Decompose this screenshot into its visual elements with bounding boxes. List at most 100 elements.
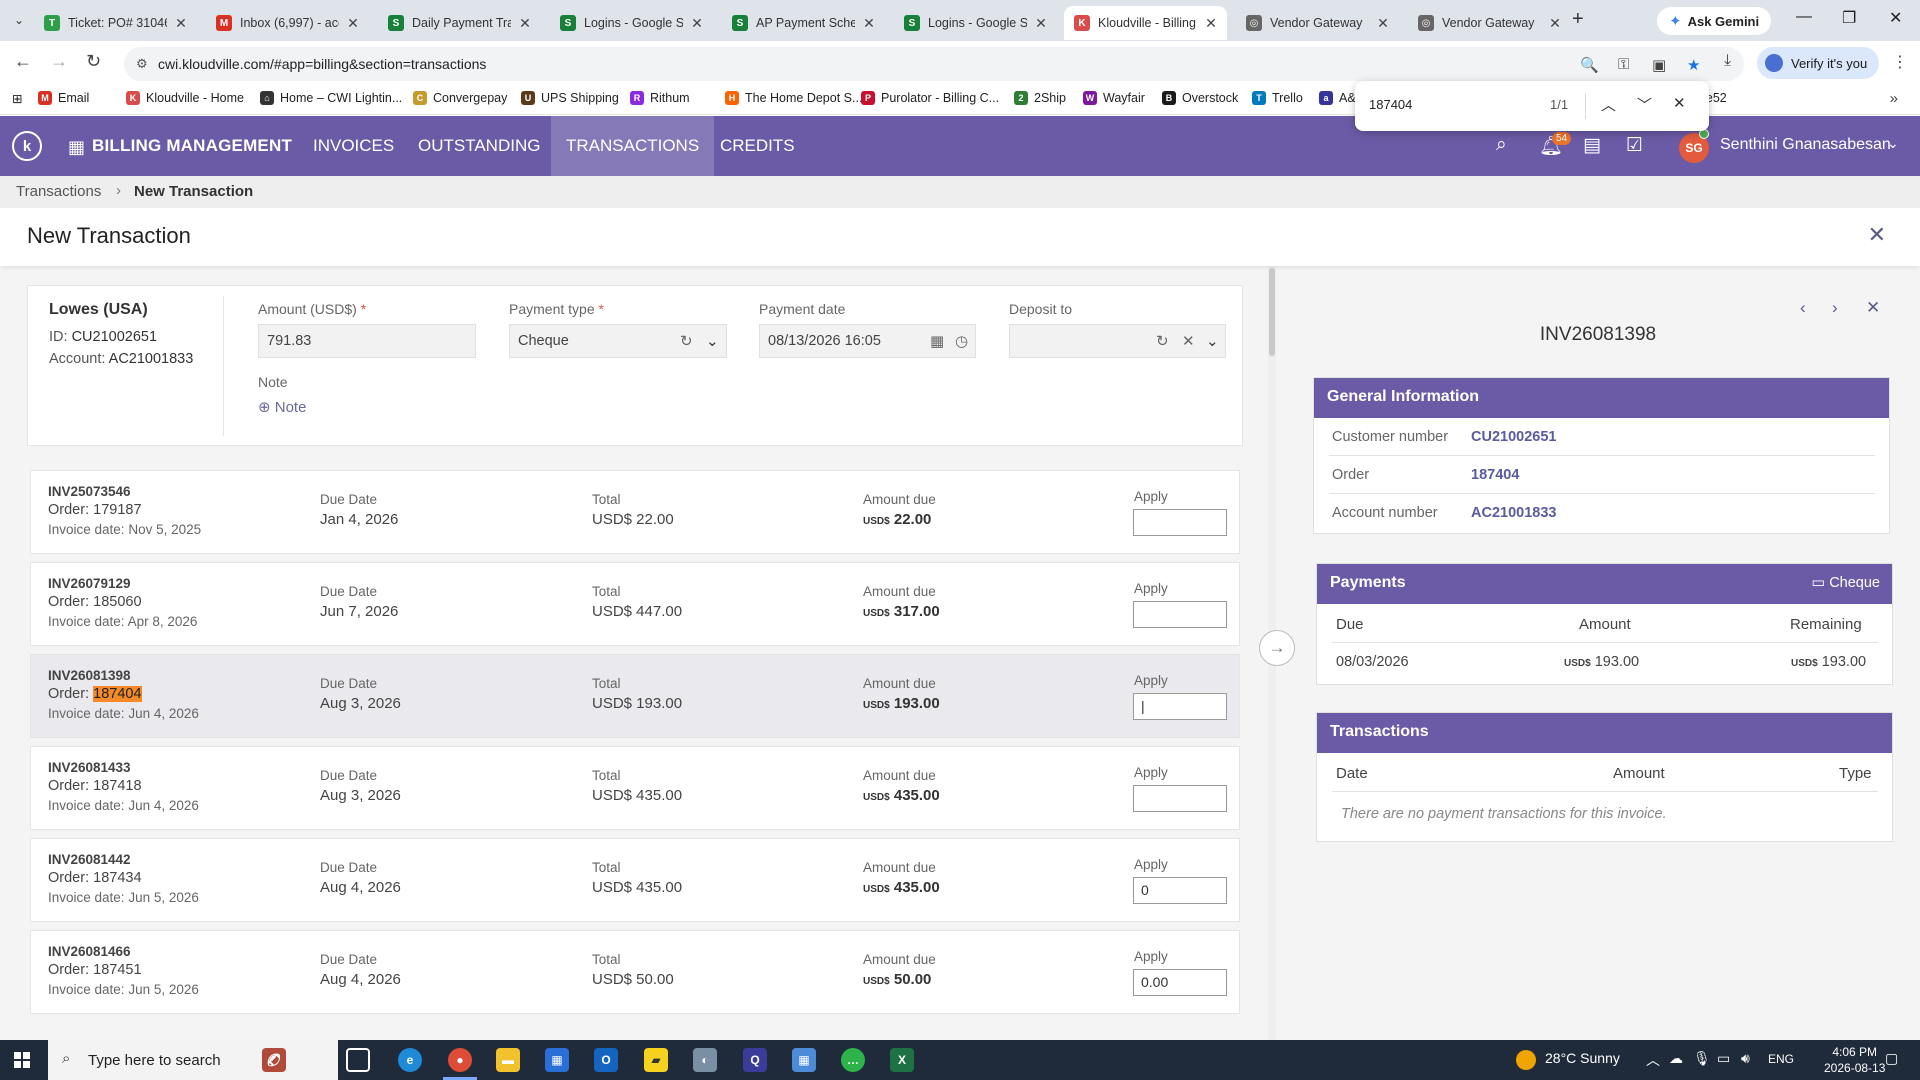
invoice-id[interactable]: INV26081442 xyxy=(48,852,131,867)
next-invoice-icon[interactable]: › xyxy=(1832,298,1838,318)
breadcrumb-transactions[interactable]: Transactions xyxy=(16,183,101,200)
nav-transactions[interactable]: TRANSACTIONS xyxy=(551,116,715,176)
clear-icon[interactable]: ✕ xyxy=(1182,332,1195,350)
close-panel-icon[interactable]: ✕ xyxy=(1866,298,1880,318)
window-close-icon[interactable]: ✕ xyxy=(1889,8,1902,28)
sticky-notes-icon[interactable]: ▰ xyxy=(644,1048,668,1072)
weather-icon[interactable] xyxy=(1516,1050,1536,1070)
invoice-id[interactable]: INV25073546 xyxy=(48,484,131,499)
bookmark-item[interactable]: R Rithum xyxy=(630,91,690,105)
calendar-icon[interactable]: ▦ xyxy=(930,332,944,350)
tab-close-icon[interactable]: ✕ xyxy=(1033,15,1049,32)
previous-invoice-icon[interactable]: ‹ xyxy=(1800,298,1806,318)
tab-close-icon[interactable]: ✕ xyxy=(1547,15,1563,32)
url-text[interactable]: cwi.kloudville.com/#app=billing&section=… xyxy=(158,56,486,72)
tab-search-chevron-icon[interactable]: ⌄ xyxy=(8,9,30,31)
apply-amount-input[interactable]: 0 xyxy=(1133,877,1227,904)
chevron-down-icon[interactable]: ⌄ xyxy=(706,332,719,350)
browser-tab[interactable]: S Logins - Google Sh ✕ xyxy=(550,6,713,40)
find-close-icon[interactable]: ✕ xyxy=(1673,94,1686,112)
tasks-icon[interactable]: ☑ xyxy=(1626,134,1643,157)
bookmark-item[interactable]: P Purolator - Billing C... xyxy=(861,91,999,105)
volume-icon[interactable]: 🔊︎ xyxy=(1741,1050,1750,1067)
invoice-row[interactable]: INV26081398 Order: 187404 Invoice date: Ju… xyxy=(30,654,1240,738)
browser-tab[interactable]: K Kloudville - Billing ✕ xyxy=(1064,6,1227,40)
add-note-button[interactable]: ⊕ Note xyxy=(258,398,306,416)
site-info-icon[interactable]: ⚙ xyxy=(136,56,148,72)
browser-tab[interactable]: M Inbox (6,997) - acc ✕ xyxy=(206,6,369,40)
invoice-id[interactable]: INV26081398 xyxy=(48,668,131,683)
browser-tab[interactable]: T Ticket: PO# 31046 ✕ xyxy=(34,6,197,40)
bookmark-item[interactable]: C Convergepay xyxy=(413,91,507,105)
kloudville-logo[interactable]: k xyxy=(12,131,42,161)
reload-icon[interactable]: ↻ xyxy=(86,51,101,72)
new-tab-button[interactable]: + xyxy=(1572,8,1584,31)
search-highlight-icon[interactable]: 🏈︎ xyxy=(262,1048,286,1072)
microphone-icon[interactable]: 🎙︎ xyxy=(1693,1050,1711,1067)
bookmark-item[interactable]: M Email xyxy=(38,91,89,105)
password-key-icon[interactable]: ⚿ xyxy=(1618,56,1629,73)
nav-credits[interactable]: CREDITS xyxy=(705,116,810,176)
nav-invoices[interactable]: INVOICES xyxy=(298,116,409,176)
app-title[interactable]: BILLING MANAGEMENT xyxy=(92,136,292,156)
onedrive-icon[interactable]: ☁ xyxy=(1669,1050,1683,1067)
bookmark-item[interactable]: a A& xyxy=(1319,91,1356,105)
find-input[interactable]: 187404 xyxy=(1369,97,1412,112)
taskbar-search[interactable]: ⌕ Type here to search xyxy=(48,1040,338,1080)
network-icon[interactable]: ▭ xyxy=(1717,1050,1730,1067)
bookmark-item[interactable]: W Wayfair xyxy=(1083,91,1145,105)
bookmark-item[interactable]: T Trello xyxy=(1252,91,1303,105)
verify-identity-button[interactable]: Verify it's you xyxy=(1757,47,1880,79)
chrome-menu-icon[interactable]: ⋮ xyxy=(1892,52,1908,72)
weather-text[interactable]: 28°C Sunny xyxy=(1545,1050,1620,1066)
outlook-icon[interactable]: O xyxy=(594,1048,618,1072)
ask-gemini-button[interactable]: ✦ Ask Gemini xyxy=(1657,7,1772,35)
tab-close-icon[interactable]: ✕ xyxy=(1203,15,1219,32)
bookmark-item[interactable]: 2 2Ship xyxy=(1014,91,1066,105)
back-icon[interactable]: ← xyxy=(14,51,32,72)
customer-number-link[interactable]: CU21002651 xyxy=(1471,429,1556,445)
user-name[interactable]: Senthini Gnanasabesan xyxy=(1720,136,1891,154)
bookmark-star-icon[interactable]: ★ xyxy=(1687,56,1700,74)
invoice-row[interactable]: INV26079129 Order: 185060 Invoice date: Ap… xyxy=(30,562,1240,646)
browser-tab[interactable]: ◎ Vendor Gateway ✕ xyxy=(1408,6,1571,40)
deposit-to-select[interactable]: ↻ ✕ ⌄ xyxy=(1009,324,1226,358)
tab-close-icon[interactable]: ✕ xyxy=(689,15,705,32)
clock-icon[interactable]: ◷ xyxy=(955,332,968,350)
chevron-down-icon[interactable]: ⌄ xyxy=(1887,135,1899,152)
invoice-id[interactable]: INV26081433 xyxy=(48,760,131,775)
account-number-link[interactable]: AC21001833 xyxy=(1471,505,1556,521)
download-icon[interactable]: ⤓ xyxy=(1724,52,1731,70)
apply-amount-input[interactable] xyxy=(1133,509,1227,536)
bookmark-item[interactable]: H The Home Depot S... xyxy=(725,91,862,105)
apps-grid-icon[interactable]: ⊞ xyxy=(12,91,22,106)
invoice-row[interactable]: INV26081466 Order: 187451 Invoice date: Ju… xyxy=(30,930,1240,1014)
bookmark-item[interactable]: B Overstock xyxy=(1162,91,1238,105)
refresh-icon[interactable]: ↻ xyxy=(1156,332,1169,350)
bookmark-item[interactable]: K Kloudville - Home xyxy=(126,91,244,105)
amount-input[interactable]: 791.83 xyxy=(258,324,476,358)
invoice-row[interactable]: INV26081442 Order: 187434 Invoice date: Ju… xyxy=(30,838,1240,922)
nav-outstanding[interactable]: OUTSTANDING xyxy=(403,116,555,176)
calendar-icon[interactable]: ▤ xyxy=(1583,134,1601,157)
chevron-down-icon[interactable]: ⌄ xyxy=(1206,332,1219,350)
address-bar[interactable]: ⚙ cwi.kloudville.com/#app=billing&sectio… xyxy=(124,47,1744,81)
forward-icon[interactable]: → xyxy=(50,51,68,72)
payment-type-select[interactable]: Cheque ↻ ⌄ xyxy=(509,324,727,358)
order-link[interactable]: 187404 xyxy=(1471,467,1519,483)
close-icon[interactable]: ✕ xyxy=(1868,222,1886,248)
arrow-right-icon[interactable]: → xyxy=(1259,630,1295,666)
excel-icon[interactable]: X xyxy=(890,1048,914,1072)
app-icon[interactable]: ◐ xyxy=(693,1048,717,1072)
windows-start-icon[interactable] xyxy=(14,1052,30,1068)
app-grid-icon[interactable]: ▦ xyxy=(68,137,85,158)
refresh-icon[interactable]: ↻ xyxy=(680,332,693,350)
browser-tab[interactable]: ◎ Vendor Gateway ✕ xyxy=(1236,6,1399,40)
find-previous-icon[interactable]: ︿ xyxy=(1601,94,1616,115)
minimize-icon[interactable]: — xyxy=(1796,8,1812,26)
tab-close-icon[interactable]: ✕ xyxy=(345,15,361,32)
page-action-icon[interactable]: ▣ xyxy=(1652,56,1666,74)
browser-tab[interactable]: S AP Payment Sched ✕ xyxy=(722,6,885,40)
invoice-id[interactable]: INV26081466 xyxy=(48,944,131,959)
browser-tab[interactable]: S Daily Payment Tra ✕ xyxy=(378,6,541,40)
